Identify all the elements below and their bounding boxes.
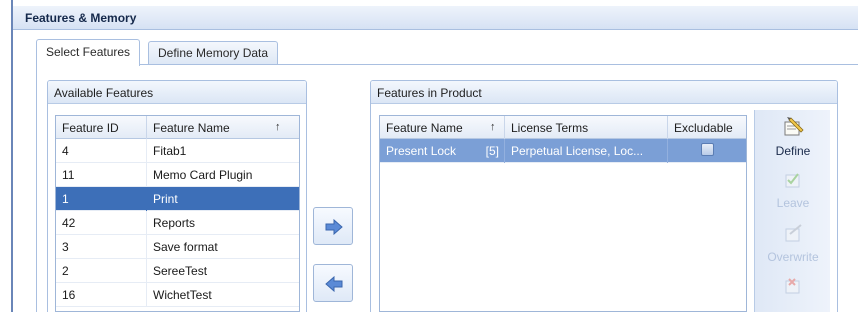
window-border xyxy=(11,0,13,312)
column-header-excludable[interactable]: Excludable xyxy=(668,116,746,139)
action-panel: Define Leave Overwrite xyxy=(754,110,830,312)
feature-id-cell: 2 xyxy=(56,259,147,283)
table-row[interactable]: 16 WichetTest xyxy=(56,283,299,307)
remove-feature-button[interactable] xyxy=(313,264,353,302)
feature-id-cell: 16 xyxy=(56,283,147,307)
sort-ascending-icon: ↑ xyxy=(490,121,496,133)
remove-icon xyxy=(785,278,800,294)
column-header-feature-name[interactable]: Feature Name ↑ xyxy=(380,116,505,139)
feature-name-cell: Fitab1 xyxy=(153,144,187,158)
feature-name-cell: Print xyxy=(153,192,178,206)
column-header-license-terms[interactable]: License Terms xyxy=(505,116,668,139)
define-button[interactable]: Define xyxy=(755,112,831,164)
leave-icon xyxy=(785,173,800,188)
table-row-selected[interactable]: 1 Print xyxy=(56,187,299,211)
feature-id-cell: 42 xyxy=(56,211,147,235)
features-in-product-title: Features in Product xyxy=(371,81,837,104)
feature-id-cell: 11 xyxy=(56,163,147,187)
define-icon xyxy=(784,117,804,136)
leave-label: Leave xyxy=(776,196,810,210)
feature-name-cell: Present Lock [5] xyxy=(380,139,505,163)
feature-name-cell: SereeTest xyxy=(153,264,208,278)
feature-name-cell: WichetTest xyxy=(153,288,212,302)
define-label: Define xyxy=(775,144,811,158)
column-header-label: Feature Name xyxy=(386,121,463,135)
feature-count: [5] xyxy=(485,144,499,158)
table-row[interactable]: 2 SereeTest xyxy=(56,259,299,283)
column-header-label: License Terms xyxy=(511,121,589,135)
feature-id-cell: 3 xyxy=(56,235,147,259)
table-row[interactable]: 42 Reports xyxy=(56,211,299,235)
sort-ascending-icon: ↑ xyxy=(275,121,281,133)
table-row[interactable]: 3 Save format xyxy=(56,235,299,259)
remove-action-button[interactable] xyxy=(755,270,831,312)
tab-label: Select Features xyxy=(46,45,131,59)
table-row[interactable]: 4 Fitab1 xyxy=(56,139,299,163)
tab-select-features[interactable]: Select Features xyxy=(36,39,141,66)
grid-header: Feature ID Feature Name ↑ xyxy=(56,116,299,139)
overwrite-button[interactable]: Overwrite xyxy=(755,218,831,270)
panel-title-bar: Features & Memory xyxy=(13,6,858,30)
license-terms-cell: Perpetual License, Loc... xyxy=(505,139,668,163)
leave-button[interactable]: Leave xyxy=(755,164,831,216)
features-in-product-grid: Feature Name ↑ License Terms Excludable … xyxy=(379,115,747,312)
grid-header: Feature Name ↑ License Terms Excludable xyxy=(380,116,746,139)
overwrite-label: Overwrite xyxy=(767,250,819,264)
available-features-grid: Feature ID Feature Name ↑ 4 Fitab1 11 Me… xyxy=(55,115,300,312)
feature-name-cell: Save format xyxy=(153,240,218,254)
column-header-label: Excludable xyxy=(674,121,733,135)
excludable-checkbox[interactable] xyxy=(700,143,714,156)
feature-id-cell: 1 xyxy=(56,187,147,211)
column-header-feature-id[interactable]: Feature ID xyxy=(56,116,147,139)
left-arrow-icon xyxy=(325,276,343,292)
tab-define-memory-data[interactable]: Define Memory Data xyxy=(148,41,279,65)
feature-name-cell: Reports xyxy=(153,216,196,230)
feature-name-cell: Memo Card Plugin xyxy=(153,168,253,182)
excludable-cell xyxy=(668,139,746,163)
right-arrow-icon xyxy=(325,219,343,235)
column-header-feature-name[interactable]: Feature Name ↑ xyxy=(147,116,299,139)
column-header-label: Feature Name xyxy=(153,121,230,135)
column-header-label: Feature ID xyxy=(62,121,119,135)
table-row[interactable]: 11 Memo Card Plugin xyxy=(56,163,299,187)
table-row-selected[interactable]: Present Lock [5] Perpetual License, Loc.… xyxy=(380,139,746,163)
tab-label: Define Memory Data xyxy=(158,46,269,60)
feature-name-text: Present Lock xyxy=(386,144,457,158)
panel-title: Features & Memory xyxy=(25,11,137,25)
available-features-rows: 4 Fitab1 11 Memo Card Plugin 1 Print 42 … xyxy=(56,139,299,307)
add-feature-button[interactable] xyxy=(313,207,353,245)
feature-id-cell: 4 xyxy=(56,139,147,163)
overwrite-icon xyxy=(785,224,802,242)
available-features-title: Available Features xyxy=(48,81,306,104)
